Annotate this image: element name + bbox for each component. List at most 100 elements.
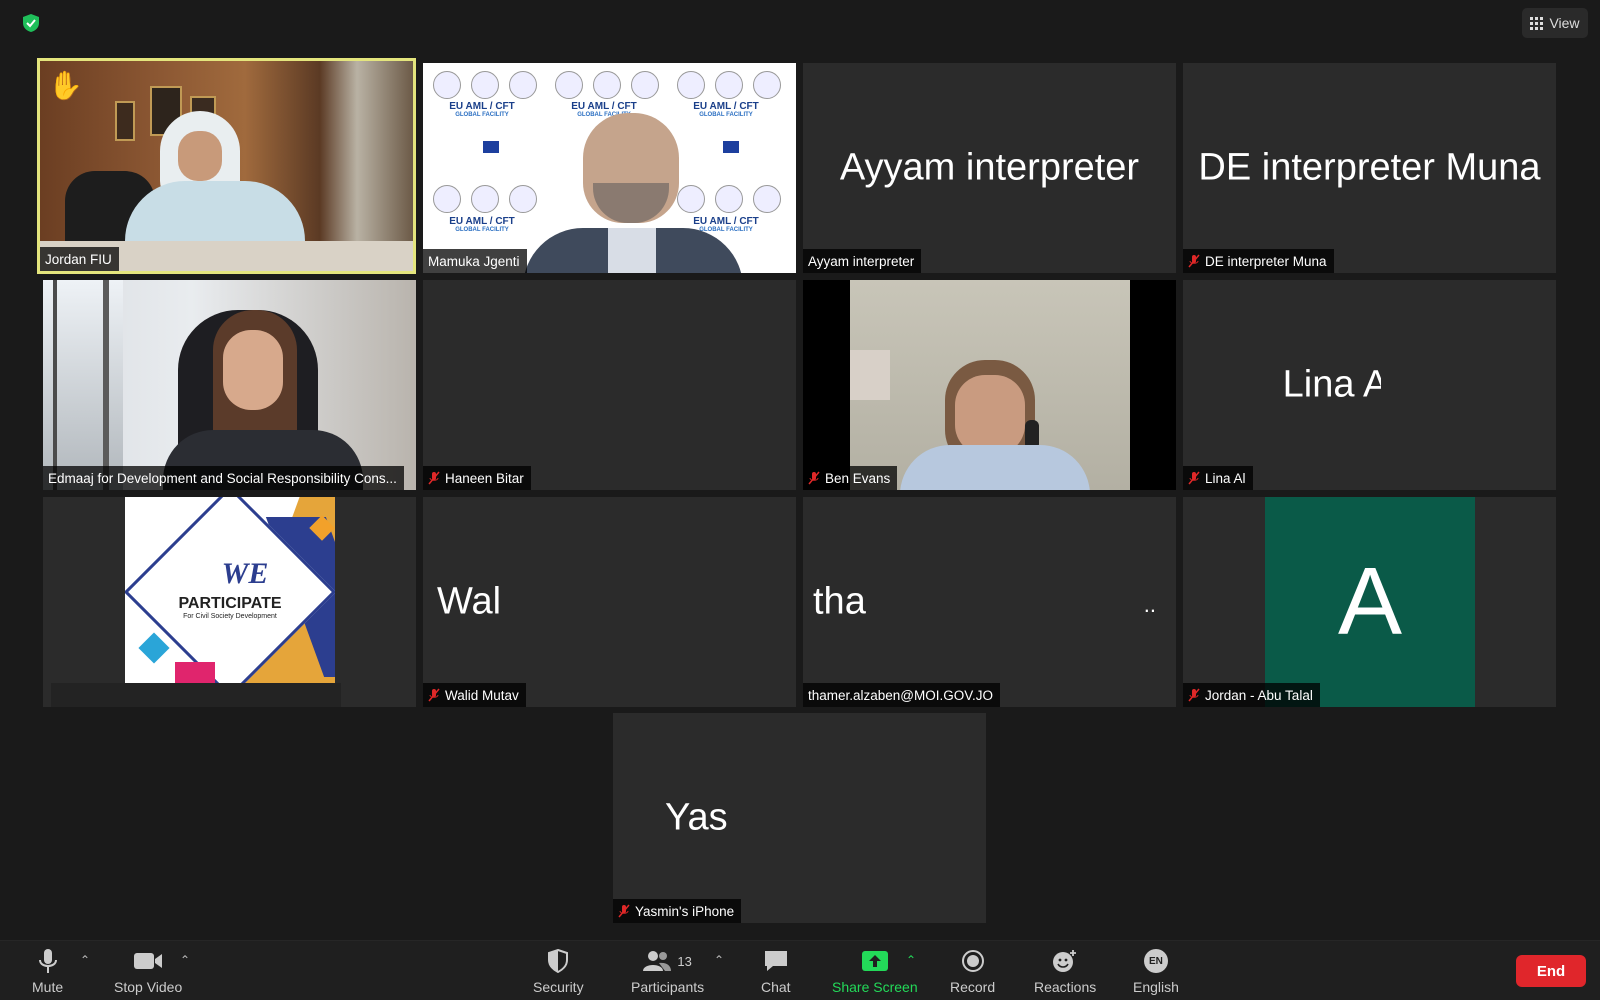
chat-button[interactable]: Chat xyxy=(761,947,791,995)
participant-video xyxy=(40,61,413,271)
avatar: A xyxy=(1265,497,1475,707)
participant-nametag: Yasmin's iPhone xyxy=(613,899,742,923)
participant-name: Ayyam interpreter xyxy=(808,253,915,269)
video-tile-walid[interactable]: Wal Walid Mutav xyxy=(423,497,796,707)
muted-mic-icon xyxy=(428,688,440,702)
share-screen-button[interactable]: Share Screen xyxy=(832,947,918,995)
mute-options-caret-icon[interactable]: ⌃ xyxy=(80,953,90,967)
participants-options-caret-icon[interactable]: ⌃ xyxy=(714,953,724,967)
muted-mic-icon xyxy=(1188,254,1200,268)
logo-subtitle: For Civil Society Development xyxy=(183,613,277,620)
participant-display-name: Ayyam interpreter xyxy=(839,146,1140,189)
grid-icon xyxy=(1530,16,1544,30)
participant-name: DE interpreter Muna xyxy=(1205,253,1327,269)
logo-title: PARTICIPATE xyxy=(178,595,282,612)
mute-button[interactable]: Mute xyxy=(32,947,63,995)
meeting-toolbar: Mute ⌃ Stop Video ⌃ Security 13 Particip… xyxy=(0,940,1600,1000)
share-options-caret-icon[interactable]: ⌃ xyxy=(906,953,916,967)
chat-label: Chat xyxy=(761,979,791,995)
video-tile-ayyam-interpreter[interactable]: Ayyam interpreter Ayyam interpreter xyxy=(803,63,1176,273)
logo-word: WE xyxy=(221,557,269,590)
video-tile-yasmin-iphone[interactable]: Yas Yasmin's iPhone xyxy=(613,713,986,923)
video-tile-we-participate[interactable]: WE PARTICIPATE For Civil Society Develop… xyxy=(43,497,416,707)
participant-name: Walid Mutav xyxy=(445,687,519,703)
participant-nametag: Edmaaj for Development and Social Respon… xyxy=(43,466,404,490)
participant-nametag: Jordan - Abu Talal xyxy=(1183,683,1320,707)
participant-name: Ben Evans xyxy=(825,470,891,486)
view-button[interactable]: View xyxy=(1522,8,1588,38)
encryption-shield-icon[interactable] xyxy=(20,12,42,34)
share-screen-label: Share Screen xyxy=(832,979,918,995)
participants-button[interactable]: 13 Participants xyxy=(631,947,704,995)
participant-name: Yasmin's iPhone xyxy=(635,903,735,919)
record-button[interactable]: Record xyxy=(950,947,995,995)
security-button[interactable]: Security xyxy=(533,947,584,995)
video-tile-edmaaj[interactable]: Edmaaj for Development and Social Respon… xyxy=(43,280,416,490)
participant-video xyxy=(43,280,416,490)
participant-name: Jordan FIU xyxy=(45,251,112,267)
we-participate-logo: WE PARTICIPATE For Civil Society Develop… xyxy=(125,497,335,683)
participant-nametag: Ayyam interpreter xyxy=(803,249,922,273)
participant-display-name: Wal xyxy=(437,580,502,623)
zoom-meeting-window: View ✋ Jordan FIU EU AML / CFT GLOBAL FA… xyxy=(0,0,1600,1000)
participant-nametag: Haneen Bitar xyxy=(423,466,531,490)
virtual-background-banner: EU AML / CFT GLOBAL FACILITY EU AML / CF… xyxy=(423,63,796,273)
security-label: Security xyxy=(533,979,584,995)
participant-name: Edmaaj for Development and Social Respon… xyxy=(48,470,397,486)
muted-mic-icon xyxy=(618,904,630,918)
banner-subtitle: GLOBAL FACILITY xyxy=(455,112,509,118)
participant-display-name: tha xyxy=(813,580,866,623)
microphone-icon xyxy=(38,949,57,973)
share-screen-icon xyxy=(861,951,888,971)
video-tile-jordan-fiu[interactable]: ✋ Jordan FIU xyxy=(37,58,416,274)
overlay-block xyxy=(1381,360,1556,410)
video-tile-abu-talal[interactable]: A Jordan - Abu Talal xyxy=(1183,497,1556,707)
video-options-caret-icon[interactable]: ⌃ xyxy=(180,953,190,967)
reactions-button[interactable]: Reactions xyxy=(1034,947,1096,995)
stop-video-label: Stop Video xyxy=(114,979,183,995)
participants-count: 13 xyxy=(677,953,692,969)
banner-title: EU AML / CFT xyxy=(449,216,515,227)
reactions-label: Reactions xyxy=(1034,979,1097,995)
participant-name: thamer.alzaben@MOI.GOV.JO xyxy=(808,687,994,703)
muted-mic-icon xyxy=(428,471,440,485)
nametag-placeholder xyxy=(51,683,341,707)
participant-name: Lina Al xyxy=(1205,470,1246,486)
shield-icon xyxy=(548,949,569,973)
stop-video-button[interactable]: Stop Video xyxy=(114,947,182,995)
participant-video xyxy=(850,280,1130,490)
banner-subtitle: GLOBAL FACILITY xyxy=(455,227,509,233)
video-tile-mamuka-jgenti[interactable]: EU AML / CFT GLOBAL FACILITY EU AML / CF… xyxy=(423,63,796,273)
language-badge-icon: EN xyxy=(1143,949,1168,973)
banner-title: EU AML / CFT xyxy=(449,101,515,112)
participant-name: Haneen Bitar xyxy=(445,470,524,486)
participant-nametag: Lina Al xyxy=(1183,466,1253,490)
participant-display-name: Yas xyxy=(665,796,728,839)
video-tile-haneen-bitar[interactable]: Haneen Bitar xyxy=(423,280,796,490)
muted-mic-icon xyxy=(808,471,820,485)
participant-name: Mamuka Jgenti xyxy=(428,253,520,269)
record-label: Record xyxy=(950,979,996,995)
participant-nametag: thamer.alzaben@MOI.GOV.JO xyxy=(803,683,1001,707)
banner-title: EU AML / CFT xyxy=(693,101,759,112)
smiley-add-icon xyxy=(1053,950,1077,972)
view-label: View xyxy=(1549,15,1580,31)
participant-nametag: Jordan FIU xyxy=(40,247,119,271)
video-camera-icon xyxy=(134,953,163,969)
banner-title: EU AML / CFT xyxy=(693,216,759,227)
language-interpretation-button[interactable]: EN English xyxy=(1133,947,1179,995)
participants-icon xyxy=(643,951,672,971)
participant-nametag: DE interpreter Muna xyxy=(1183,249,1334,273)
video-tile-thamer[interactable]: tha .. thamer.alzaben@MOI.GOV.JO xyxy=(803,497,1176,707)
chat-bubble-icon xyxy=(764,951,787,971)
participant-display-name: DE interpreter Muna xyxy=(1198,146,1541,189)
muted-mic-icon xyxy=(1188,471,1200,485)
end-meeting-button[interactable]: End xyxy=(1516,955,1586,987)
ellipsis-dots: .. xyxy=(1143,592,1156,617)
raised-hand-icon: ✋ xyxy=(48,70,83,101)
video-tile-lina[interactable]: Lina A Lina Al xyxy=(1183,280,1556,490)
video-tile-de-interpreter-muna[interactable]: DE interpreter Muna DE interpreter Muna xyxy=(1183,63,1556,273)
participant-name: Jordan - Abu Talal xyxy=(1205,687,1313,703)
participants-label: Participants xyxy=(631,979,705,995)
video-tile-ben-evans[interactable]: Ben Evans xyxy=(803,280,1176,490)
